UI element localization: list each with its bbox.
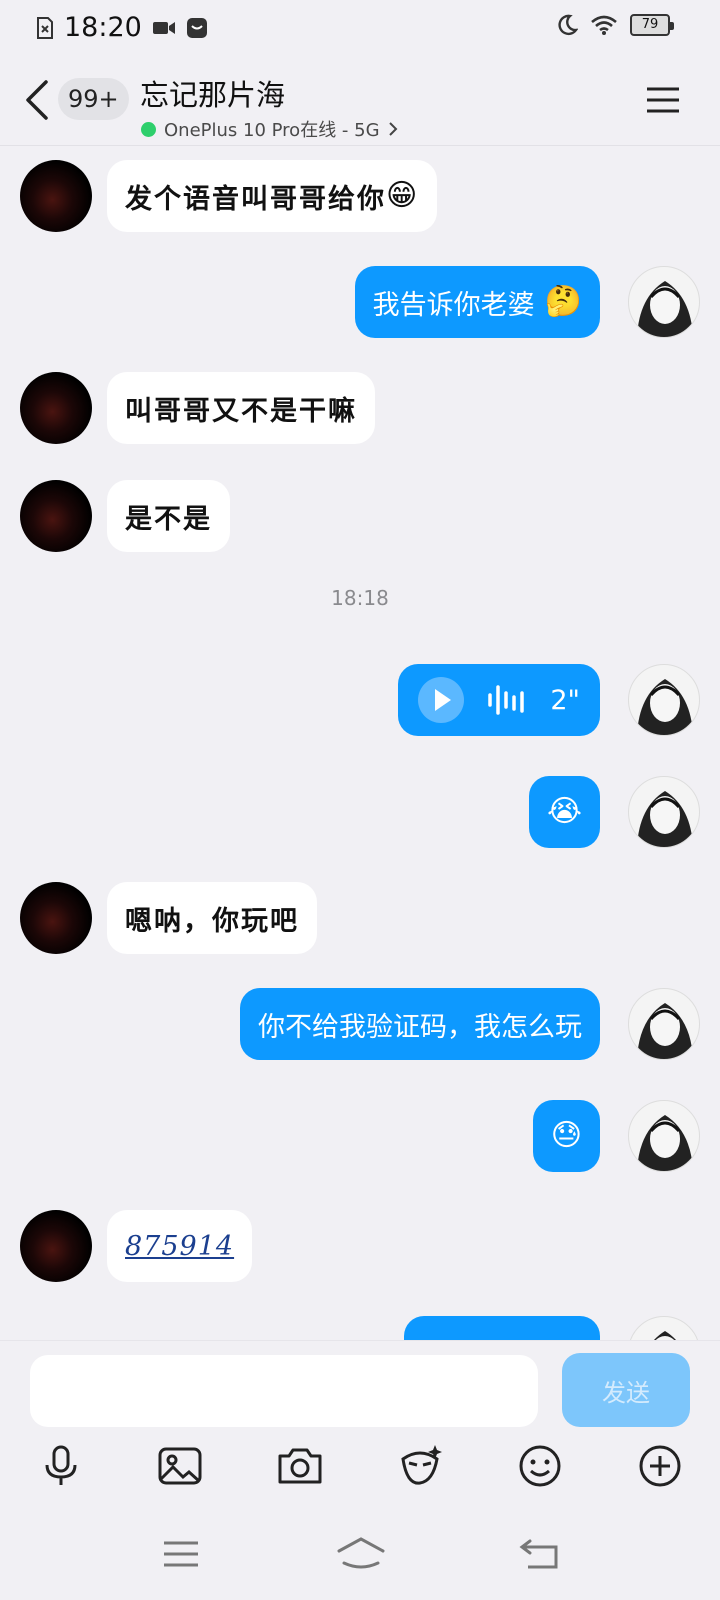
my-avatar[interactable] (628, 266, 700, 338)
wifi-icon (591, 15, 617, 35)
play-icon[interactable] (418, 677, 464, 723)
message-text: 是不是 (125, 503, 212, 535)
message-bubble[interactable]: 发个语音叫哥哥给你 😁 (107, 160, 438, 232)
message-bubble[interactable]: 😓 (532, 1100, 600, 1172)
my-avatar[interactable] (628, 664, 700, 736)
my-avatar[interactable] (628, 776, 700, 848)
message-timestamp: 18:18 (331, 586, 389, 610)
thinking-emoji-icon: 🤔 (544, 284, 582, 319)
device-status-text: OnePlus 10 Pro在线 - 5G (164, 120, 380, 141)
message-text: 嗯呐，你玩吧 (125, 905, 299, 937)
home-icon[interactable] (336, 1529, 386, 1579)
contact-avatar[interactable] (20, 1210, 92, 1282)
message-bubble[interactable]: 875914 (107, 1210, 253, 1282)
message-bubble[interactable]: 是不是 (107, 480, 230, 552)
contact-avatar[interactable] (20, 882, 92, 954)
message-text: 发个语音叫哥哥给你 (125, 183, 386, 215)
message-text: 叫哥哥又不是干嘛 (125, 395, 357, 427)
contact-avatar[interactable] (20, 480, 92, 552)
image-icon[interactable] (155, 1441, 205, 1491)
message-bubble[interactable]: 😭 (528, 776, 600, 848)
recent-apps-icon[interactable] (156, 1529, 206, 1579)
moon-icon (558, 14, 578, 36)
sticker-icon[interactable] (395, 1441, 445, 1491)
message-bubble[interactable] (404, 1316, 600, 1340)
message-bubble[interactable]: 嗯呐，你玩吧 (107, 882, 317, 954)
send-button[interactable]: 发送 (562, 1353, 690, 1427)
status-bar: 18:20 79 (0, 0, 720, 56)
chat-header: 99+ 忘记那片海 OnePlus 10 Pro在线 - 5G (0, 56, 720, 146)
contact-avatar[interactable] (20, 372, 92, 444)
unread-count-badge[interactable]: 99+ (58, 78, 129, 120)
plus-icon[interactable] (635, 1441, 685, 1491)
microphone-icon[interactable] (36, 1441, 86, 1491)
message-text: 我告诉你老婆 (372, 289, 535, 321)
system-navigation-bar (0, 1511, 720, 1600)
menu-icon[interactable] (646, 86, 680, 114)
video-icon (152, 21, 175, 34)
contact-avatar[interactable] (20, 160, 92, 232)
app-notification-icon (186, 17, 207, 38)
online-indicator (141, 121, 156, 137)
message-bubble[interactable]: 叫哥哥又不是干嘛 (107, 372, 375, 444)
no-sim-icon (37, 16, 53, 39)
verification-code-link[interactable]: 875914 (125, 1231, 234, 1262)
my-avatar[interactable] (628, 1316, 700, 1340)
composer: 发送 (0, 1340, 720, 1600)
back-icon[interactable] (22, 78, 52, 122)
camera-icon[interactable] (275, 1441, 325, 1491)
chat-title[interactable]: 忘记那片海 (140, 72, 285, 114)
downcast-sweat-emoji-icon: 😓 (550, 1118, 582, 1153)
crying-emoji-icon: 😭 (546, 794, 582, 829)
input-toolbar (0, 1441, 720, 1501)
device-status[interactable]: OnePlus 10 Pro在线 - 5G (141, 116, 398, 142)
message-bubble[interactable]: 我告诉你老婆 🤔 (354, 266, 600, 338)
emoji-icon[interactable] (515, 1441, 565, 1491)
my-avatar[interactable] (628, 988, 700, 1060)
my-avatar[interactable] (628, 1100, 700, 1172)
message-list[interactable]: 发个语音叫哥哥给你 😁 我告诉你老婆 🤔 叫哥哥又不是干嘛 是不是 18:18 … (0, 146, 720, 1340)
voice-duration: 2" (550, 684, 580, 716)
message-bubble[interactable]: 你不给我验证码，我怎么玩 (240, 988, 600, 1060)
grin-emoji-icon: 😁 (386, 178, 420, 213)
waveform-icon (488, 685, 524, 715)
voice-message-bubble[interactable]: 2" (398, 664, 600, 736)
back-nav-icon[interactable] (516, 1529, 566, 1579)
status-time: 18:20 (64, 12, 142, 43)
battery-indicator: 79 (630, 14, 674, 36)
message-input[interactable] (30, 1355, 538, 1427)
chevron-right-icon (388, 122, 397, 136)
message-text: 你不给我验证码，我怎么玩 (258, 1011, 582, 1043)
